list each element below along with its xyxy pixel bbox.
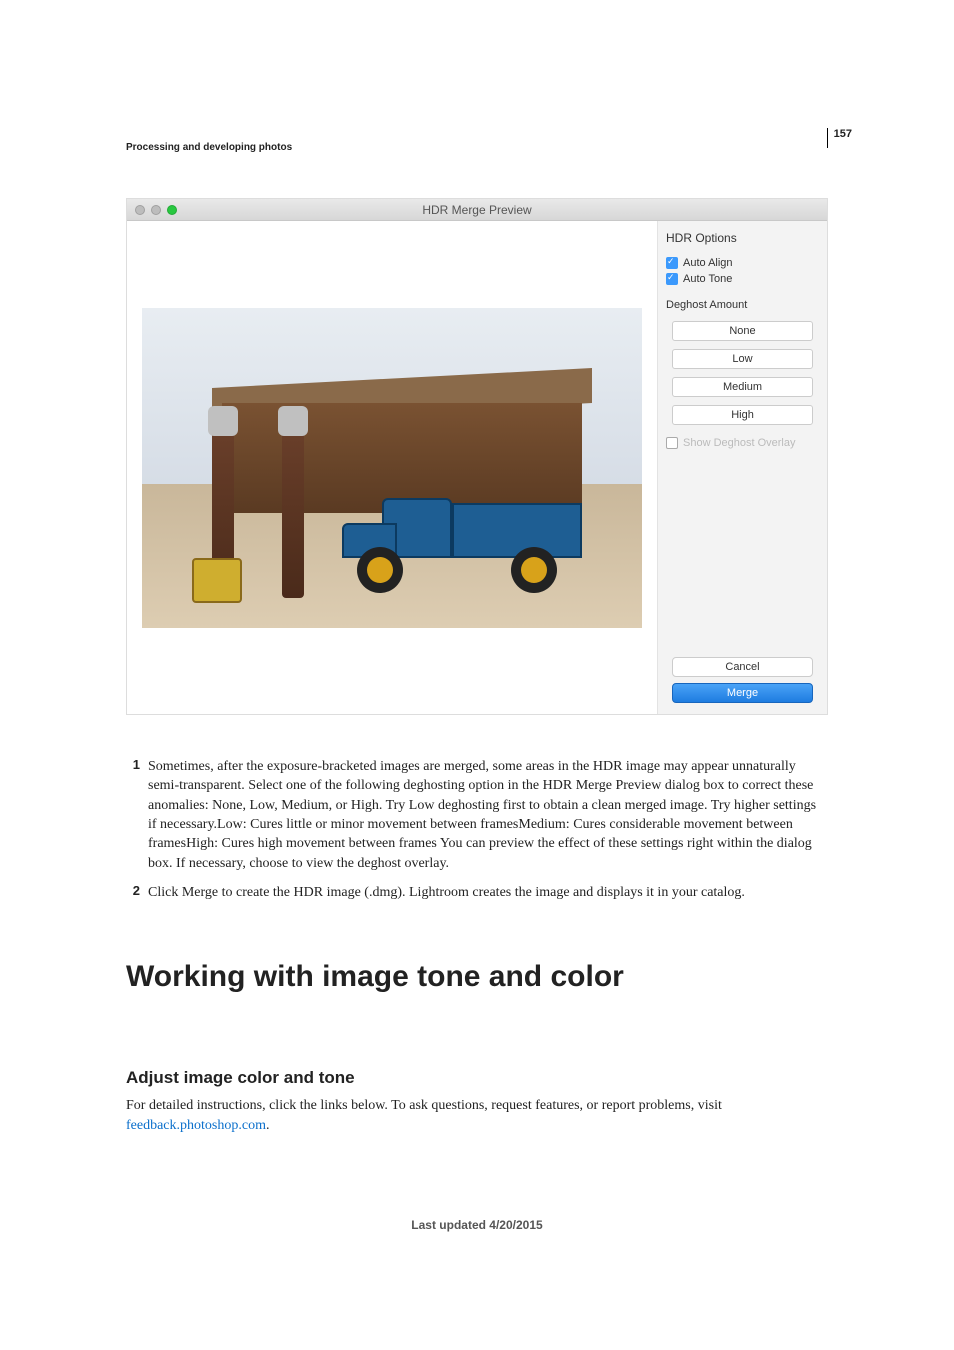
- page-number: 157: [827, 128, 852, 148]
- deghost-low-button[interactable]: Low: [672, 349, 813, 369]
- running-header: Processing and developing photos: [126, 142, 292, 153]
- cancel-button[interactable]: Cancel: [672, 657, 813, 677]
- preview-area: [127, 221, 657, 714]
- deghost-none-button[interactable]: None: [672, 321, 813, 341]
- auto-align-label: Auto Align: [683, 257, 733, 269]
- intro-paragraph: For detailed instructions, click the lin…: [126, 1096, 828, 1135]
- step-number: 2: [126, 883, 148, 902]
- step-text: Sometimes, after the exposure-bracketed …: [148, 757, 828, 873]
- intro-text: For detailed instructions, click the lin…: [126, 1098, 722, 1113]
- auto-align-checkbox[interactable]: Auto Align: [666, 257, 819, 269]
- section-heading: Working with image tone and color: [126, 960, 828, 994]
- deghost-high-button[interactable]: High: [672, 405, 813, 425]
- preview-image: [142, 308, 642, 628]
- show-overlay-label: Show Deghost Overlay: [683, 437, 796, 449]
- hdr-options-panel: HDR Options Auto Align Auto Tone Deghost…: [657, 221, 827, 714]
- checkbox-unchecked-icon: [666, 437, 678, 449]
- show-deghost-overlay-checkbox: Show Deghost Overlay: [666, 437, 819, 449]
- checkbox-checked-icon: [666, 257, 678, 269]
- deghost-amount-label: Deghost Amount: [666, 299, 819, 311]
- subsection-heading: Adjust image color and tone: [126, 1068, 828, 1088]
- auto-tone-label: Auto Tone: [683, 273, 732, 285]
- panel-heading: HDR Options: [666, 231, 819, 245]
- step-2: 2 Click Merge to create the HDR image (.…: [126, 883, 828, 902]
- dialog-titlebar: HDR Merge Preview: [127, 199, 827, 221]
- feedback-link[interactable]: feedback.photoshop.com: [126, 1118, 266, 1133]
- checkbox-checked-icon: [666, 273, 678, 285]
- merge-button[interactable]: Merge: [672, 683, 813, 703]
- deghost-medium-button[interactable]: Medium: [672, 377, 813, 397]
- step-number: 1: [126, 757, 148, 873]
- step-text: Click Merge to create the HDR image (.dm…: [148, 883, 828, 902]
- dialog-title: HDR Merge Preview: [127, 203, 827, 217]
- hdr-merge-dialog: HDR Merge Preview: [126, 198, 828, 715]
- footer-updated: Last updated 4/20/2015: [0, 1218, 954, 1232]
- auto-tone-checkbox[interactable]: Auto Tone: [666, 273, 819, 285]
- intro-end: .: [266, 1118, 270, 1133]
- step-1: 1 Sometimes, after the exposure-brackete…: [126, 757, 828, 873]
